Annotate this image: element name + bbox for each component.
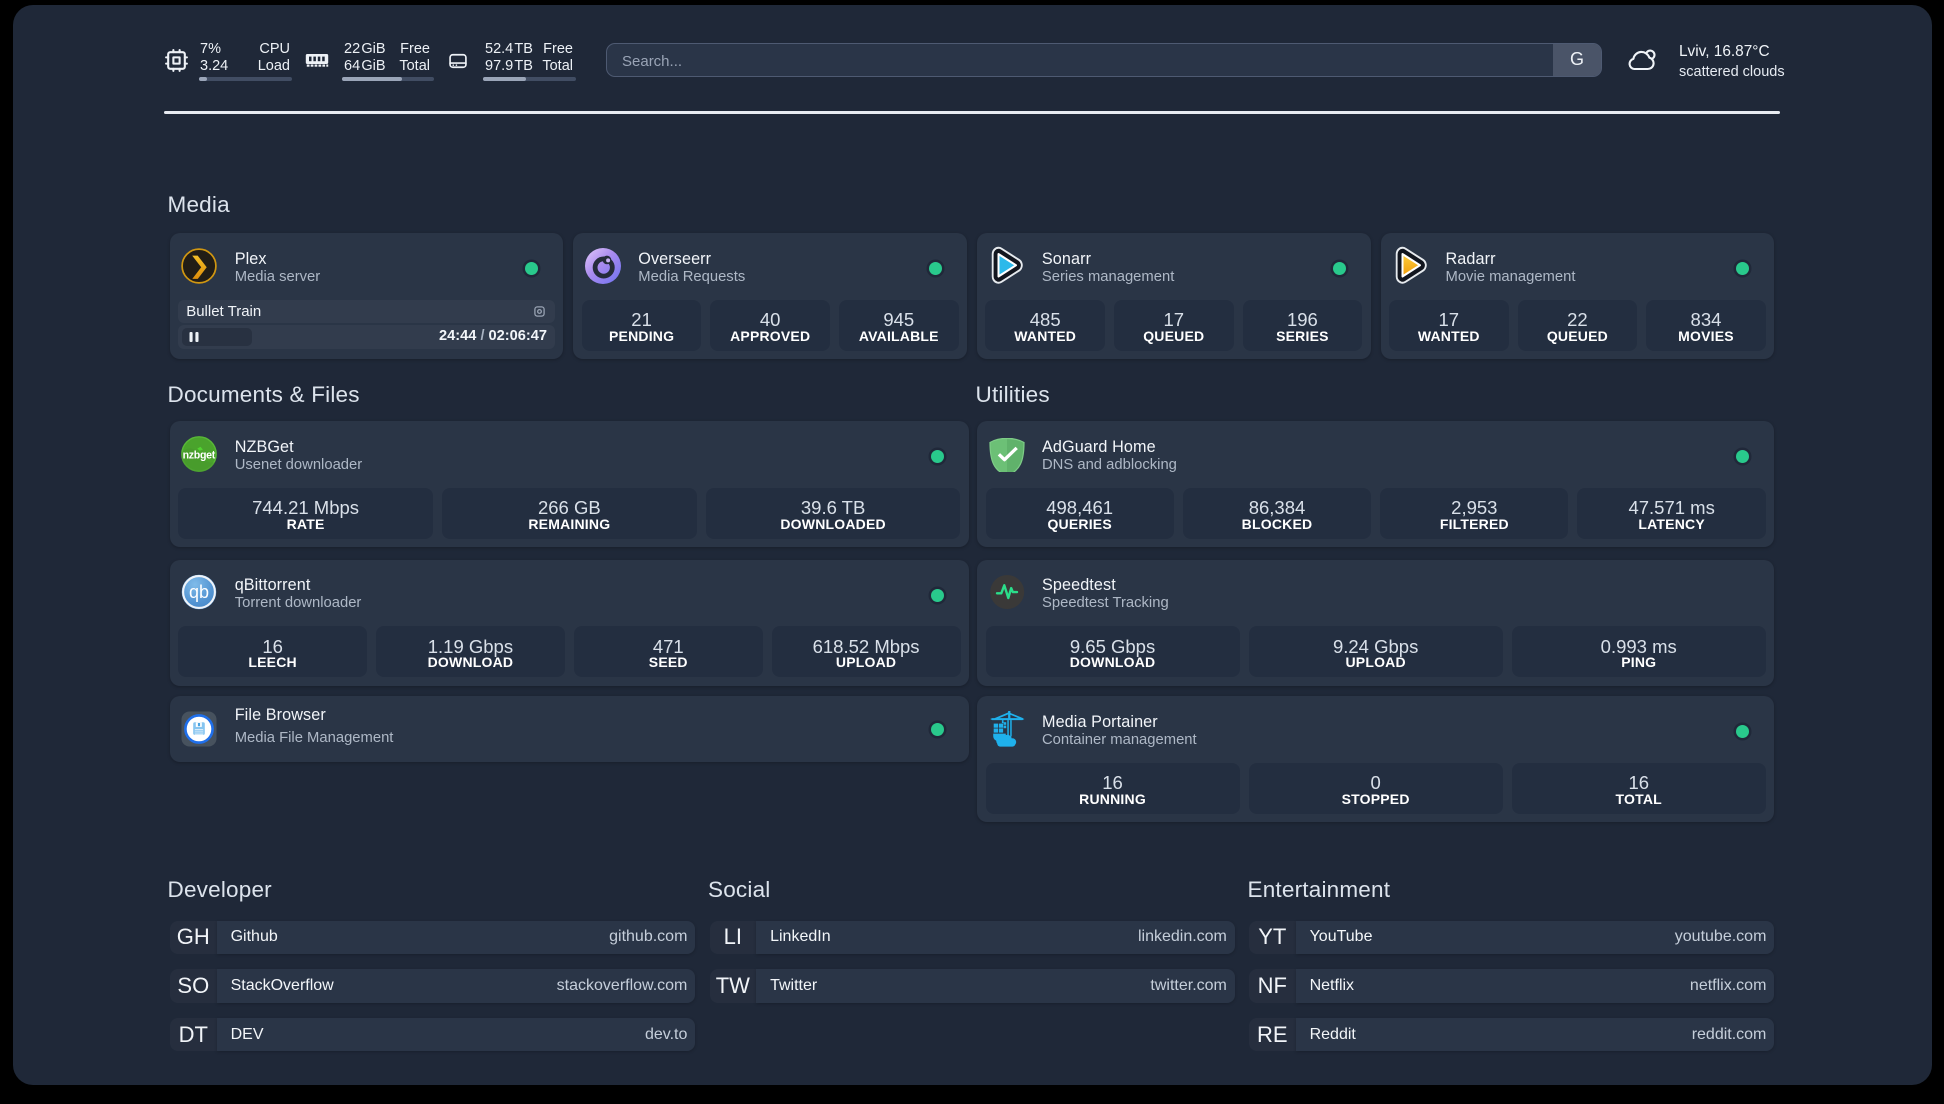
svg-text:qb: qb	[189, 582, 209, 602]
svg-text:nzbget: nzbget	[183, 449, 216, 461]
